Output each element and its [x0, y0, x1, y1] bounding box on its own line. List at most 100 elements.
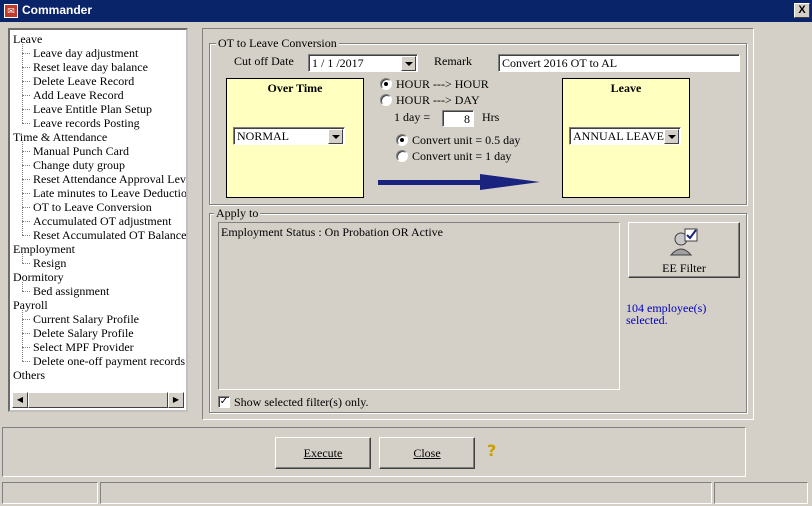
overtime-type-select[interactable]: NORMAL: [233, 127, 345, 145]
leave-box: Leave ANNUAL LEAVE: [562, 78, 690, 198]
radio-unit-half-day-label[interactable]: Convert unit = 0.5 day: [412, 133, 520, 148]
window-title: Commander: [22, 3, 93, 17]
remark-label: Remark: [434, 54, 472, 68]
tree-connector: [22, 44, 23, 123]
execute-button[interactable]: Execute: [275, 437, 371, 469]
tree-connector: [22, 151, 30, 152]
tree-connector: [22, 193, 30, 194]
right-margin: [756, 28, 810, 420]
leave-title: Leave: [610, 81, 642, 95]
leave-type-value: ANNUAL LEAVE: [573, 129, 664, 143]
hrs-label: Hrs: [482, 110, 500, 124]
chevron-down-icon[interactable]: [401, 56, 416, 71]
tree-item[interactable]: Reset Accumulated OT Balance: [33, 228, 186, 242]
tree-connector: [22, 179, 30, 180]
radio-hour-to-day[interactable]: [380, 94, 392, 106]
tree-item[interactable]: Delete one-off payment records: [33, 354, 185, 368]
execute-button-label: Execute: [303, 446, 343, 460]
tree-connector: [22, 221, 30, 222]
tree-connector: [22, 142, 23, 235]
chevron-down-icon[interactable]: [664, 129, 679, 144]
status-cell-3: [714, 482, 808, 504]
title-bar: ✉ Commander X: [0, 0, 812, 22]
app-icon: ✉: [4, 4, 18, 18]
filter-description-text: Employment Status : On Probation OR Acti…: [221, 225, 443, 239]
filter-description-box: Employment Status : On Probation OR Acti…: [218, 222, 620, 390]
window-close-button[interactable]: X: [794, 3, 810, 18]
arrow-right-icon: [378, 174, 540, 190]
tree-connector: [22, 361, 30, 362]
tree-category[interactable]: Payroll: [13, 298, 48, 312]
tree-horizontal-scrollbar[interactable]: ◀ ▶: [12, 392, 184, 408]
radio-hour-to-hour-label[interactable]: HOUR ---> HOUR: [396, 77, 489, 92]
one-day-hours-input[interactable]: 8: [442, 110, 474, 127]
tree-item[interactable]: Leave Entitle Plan Setup: [33, 102, 152, 116]
tree-connector: [22, 291, 30, 292]
main-panel: OT to Leave Conversion Cut off Date 1 / …: [202, 28, 754, 420]
user-filter-icon: [669, 228, 698, 256]
radio-hour-to-day-label[interactable]: HOUR ---> DAY: [396, 93, 480, 108]
tree-item[interactable]: Add Leave Record: [33, 88, 124, 102]
overtime-type-value: NORMAL: [237, 129, 290, 143]
radio-hour-to-hour[interactable]: [380, 78, 392, 90]
tree-item[interactable]: OT to Leave Conversion: [33, 200, 152, 214]
overtime-title: Over Time: [267, 81, 323, 95]
tree-connector: [22, 81, 30, 82]
tree-category[interactable]: Dormitory: [13, 270, 64, 284]
tree-item[interactable]: Select MPF Provider: [33, 340, 134, 354]
tree-category[interactable]: Time & Attendance: [13, 130, 107, 144]
tree-connector: [22, 282, 23, 291]
tree-item[interactable]: Change duty group: [33, 158, 125, 172]
tree-item[interactable]: Resign: [33, 256, 66, 270]
tree-connector: [22, 95, 30, 96]
apply-to-group-label: Apply to: [214, 206, 261, 221]
tree-item[interactable]: Reset Attendance Approval Leve: [33, 172, 186, 186]
tree-connector: [22, 109, 30, 110]
remark-input[interactable]: Convert 2016 OT to AL: [498, 54, 740, 72]
show-selected-label[interactable]: Show selected filter(s) only.: [234, 395, 369, 410]
tree-item[interactable]: Leave day adjustment: [33, 46, 138, 60]
ot-conversion-group-label: OT to Leave Conversion: [216, 36, 339, 51]
tree-item[interactable]: Late minutes to Leave Deduction: [33, 186, 186, 200]
function-tree[interactable]: ◀ ▶ Leave Leave day adjustment Reset leave…: [8, 28, 188, 412]
tree-item[interactable]: Manual Punch Card: [33, 144, 129, 158]
scroll-thumb[interactable]: [28, 392, 168, 408]
radio-unit-half-day[interactable]: [396, 134, 408, 146]
tree-category[interactable]: Others: [13, 368, 45, 382]
cutoff-date-label: Cut off Date: [234, 54, 294, 68]
close-button-label: Close: [413, 446, 441, 460]
radio-unit-one-day-label[interactable]: Convert unit = 1 day: [412, 149, 511, 164]
tree-item[interactable]: Current Salary Profile: [33, 312, 139, 326]
tree-item[interactable]: Leave records Posting: [33, 116, 140, 130]
scroll-left-icon[interactable]: ◀: [12, 392, 28, 408]
ee-filter-button-label: EE Filter: [662, 261, 706, 275]
close-button[interactable]: Close: [379, 437, 475, 469]
cutoff-date-value: 1 / 1 /2017: [312, 56, 364, 70]
show-selected-checkbox[interactable]: ✓: [218, 396, 230, 408]
tree-connector: [22, 263, 30, 264]
status-cell-1: [2, 482, 98, 504]
chevron-down-icon[interactable]: [328, 129, 343, 144]
help-icon[interactable]: ?: [487, 441, 496, 460]
tree-connector: [22, 53, 30, 54]
status-cell-2: [100, 482, 712, 504]
tree-item[interactable]: Reset leave day balance: [33, 60, 148, 74]
radio-unit-one-day[interactable]: [396, 150, 408, 162]
tree-connector: [22, 123, 30, 124]
tree-item[interactable]: Bed assignment: [33, 284, 109, 298]
leave-type-select[interactable]: ANNUAL LEAVE: [569, 127, 681, 145]
one-day-label: 1 day =: [394, 110, 431, 124]
tree-connector: [22, 319, 30, 320]
tree-item[interactable]: Accumulated OT adjustment: [33, 214, 171, 228]
scroll-right-icon[interactable]: ▶: [168, 392, 184, 408]
cutoff-date-picker[interactable]: 1 / 1 /2017: [308, 54, 418, 72]
tree-category[interactable]: Leave: [13, 32, 42, 46]
tree-connector: [22, 333, 30, 334]
action-bar: Execute Close ?: [2, 427, 746, 477]
tree-item[interactable]: Delete Leave Record: [33, 74, 134, 88]
tree-connector: [22, 235, 30, 236]
apply-to-group: Apply to Employment Status : On Probatio…: [209, 206, 747, 413]
overtime-box: Over Time NORMAL: [226, 78, 364, 198]
ee-filter-button[interactable]: EE Filter: [628, 222, 740, 278]
tree-item[interactable]: Delete Salary Profile: [33, 326, 134, 340]
